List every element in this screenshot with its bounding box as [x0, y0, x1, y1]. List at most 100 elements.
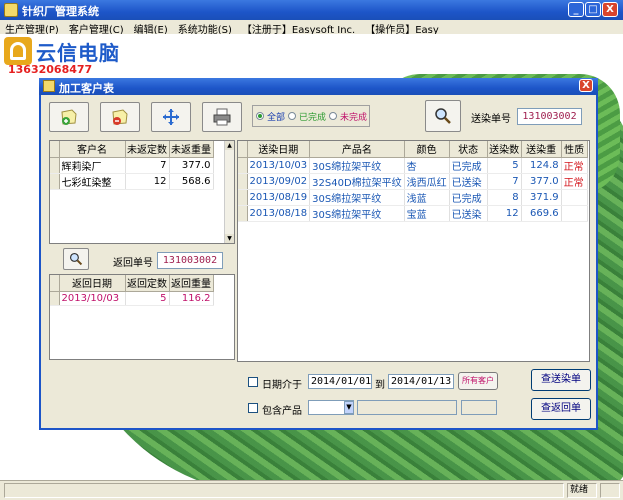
pending-count: 7	[125, 157, 170, 174]
dialog-title: 加工客户表	[59, 82, 114, 95]
logo-mark-icon	[4, 37, 32, 65]
send-status: 已送染	[449, 173, 488, 190]
magnifier-icon	[69, 252, 83, 266]
customer-grid-scrollbar[interactable]: ▲ ▼	[224, 141, 234, 243]
remove-button[interactable]	[100, 102, 140, 132]
col-return-count[interactable]: 返回定数	[125, 275, 170, 292]
status-filter-group: 全部 已完成 未完成	[252, 105, 370, 127]
logo-name: 云信电脑	[36, 41, 120, 65]
send-color: 浅西瓜红	[404, 173, 450, 190]
table-row[interactable]: 2013/08/18 30S绵拉架平纹 宝蓝 已送染 12 669.6	[238, 205, 588, 222]
date-filter-checkbox[interactable]	[248, 377, 258, 387]
chevron-down-icon[interactable]: ▼	[344, 401, 354, 414]
move-button[interactable]	[151, 102, 191, 132]
col-send-weight[interactable]: 送染重	[521, 141, 562, 158]
print-button[interactable]	[202, 102, 242, 132]
date-to-field[interactable]: 2014/01/13	[388, 374, 454, 389]
menu-customer[interactable]: 客户管理(C)	[64, 20, 129, 36]
maximize-button[interactable]: □	[585, 2, 601, 17]
pending-weight: 568.6	[169, 173, 214, 190]
col-pending-count[interactable]: 未返定数	[125, 141, 170, 158]
return-date: 2013/10/03	[59, 291, 126, 306]
remove-doc-icon	[111, 108, 129, 126]
close-button[interactable]: X	[602, 2, 618, 17]
search-button[interactable]	[425, 100, 461, 132]
menu-system[interactable]: 系统功能(S)	[173, 20, 237, 36]
col-color[interactable]: 颜色	[404, 141, 450, 158]
magnifier-icon	[434, 107, 452, 125]
send-date: 2013/08/18	[247, 205, 311, 222]
query-return-button[interactable]: 查返回单	[531, 398, 591, 420]
app-icon	[4, 3, 18, 17]
send-count: 12	[487, 205, 522, 222]
menu-production[interactable]: 生产管理(P)	[0, 20, 64, 36]
table-row[interactable]: 2013/10/03 5 116.2	[50, 291, 214, 306]
move-arrows-icon	[162, 108, 180, 126]
col-pending-weight[interactable]: 未返重量	[169, 141, 214, 158]
menu-registered: 【注册于】Easysoft Inc.	[241, 25, 356, 36]
table-row[interactable]: 2013/08/19 30S绵拉架平纹 浅蓝 已完成 8 371.9	[238, 189, 588, 206]
table-row[interactable]: 2013/10/03 30S绵拉架平纹 杏 已完成 5 124.8 正常	[238, 157, 588, 174]
col-status[interactable]: 状态	[449, 141, 488, 158]
return-search-button[interactable]	[63, 248, 89, 270]
return-no-field[interactable]: 131003002	[157, 252, 223, 269]
send-weight: 377.0	[521, 173, 562, 190]
send-color: 杏	[404, 157, 450, 174]
dialog-close-button[interactable]: X	[579, 79, 593, 92]
radio-done-label[interactable]: 已完成	[299, 110, 326, 123]
send-weight: 124.8	[521, 157, 562, 174]
add-doc-icon	[60, 108, 78, 126]
radio-undone-label[interactable]: 未完成	[340, 110, 367, 123]
date-filter-label: 日期介于	[262, 380, 302, 391]
status-grip	[600, 483, 620, 498]
product-filter-checkbox[interactable]	[248, 403, 258, 413]
processing-customer-dialog: 加工客户表 X 全部 已完成 未完成 送染单号 131003002 客户名 未返…	[39, 78, 598, 430]
send-count: 5	[487, 157, 522, 174]
return-no-label: 返回单号	[113, 258, 153, 269]
query-send-button[interactable]: 查送染单	[531, 369, 591, 391]
send-color: 浅蓝	[404, 189, 450, 206]
radio-done[interactable]	[288, 112, 297, 120]
menu-edit[interactable]: 编辑(E)	[129, 20, 173, 36]
col-nature[interactable]: 性质	[561, 141, 588, 158]
dialog-icon	[43, 80, 55, 92]
sends-grid: 送染日期 产品名 颜色 状态 送染数 送染重 性质 2013/10/03 30S…	[237, 140, 590, 362]
returns-grid: 返回日期 返回定数 返回重量 2013/10/03 5 116.2	[49, 274, 235, 360]
minimize-button[interactable]: _	[568, 2, 584, 17]
table-row[interactable]: 2013/09/02 32S40D棉拉架平纹 浅西瓜红 已送染 7 377.0 …	[238, 173, 588, 190]
send-nature: 正常	[561, 173, 588, 190]
radio-all[interactable]	[256, 112, 264, 120]
send-weight: 669.6	[521, 205, 562, 222]
col-send-count[interactable]: 送染数	[487, 141, 522, 158]
send-status: 已完成	[449, 157, 488, 174]
send-product: 30S绵拉架平纹	[309, 205, 405, 222]
radio-undone[interactable]	[329, 112, 338, 120]
send-weight: 371.9	[521, 189, 562, 206]
table-row[interactable]: 辉莉染厂 7 377.0	[50, 157, 214, 174]
sends-grid-header: 送染日期 产品名 颜色 状态 送染数 送染重 性质	[238, 141, 588, 158]
col-customer-name[interactable]: 客户名	[59, 141, 126, 158]
date-from-field[interactable]: 2014/01/01	[308, 374, 372, 389]
app-titlebar: 针织厂管理系统 _ □ X	[0, 0, 623, 20]
send-no-label: 送染单号	[471, 114, 511, 125]
customer-name: 七彩虹染整	[59, 173, 126, 190]
col-return-date[interactable]: 返回日期	[59, 275, 126, 292]
col-product[interactable]: 产品名	[309, 141, 405, 158]
col-send-date[interactable]: 送染日期	[247, 141, 311, 158]
logo-phone: 13632068477	[8, 63, 93, 76]
customer-grid: 客户名 未返定数 未返重量 辉莉染厂 7 377.0 七彩虹染整 12 568.…	[49, 140, 235, 244]
status-main	[4, 483, 564, 498]
product-filter-label: 包含产品	[262, 406, 302, 417]
company-logo: 云信电脑 13632068477	[2, 35, 132, 77]
add-button[interactable]	[49, 102, 89, 132]
col-return-weight[interactable]: 返回重量	[169, 275, 214, 292]
send-date: 2013/10/03	[247, 157, 311, 174]
radio-all-label[interactable]: 全部	[267, 110, 285, 123]
send-no-field[interactable]: 131003002	[517, 108, 582, 125]
send-product: 32S40D棉拉架平纹	[309, 173, 405, 190]
table-row[interactable]: 七彩虹染整 12 568.6	[50, 173, 214, 190]
send-date: 2013/08/19	[247, 189, 311, 206]
send-nature	[561, 205, 588, 222]
all-customers-button[interactable]: 所有客户	[458, 372, 498, 390]
return-count: 5	[125, 291, 170, 306]
